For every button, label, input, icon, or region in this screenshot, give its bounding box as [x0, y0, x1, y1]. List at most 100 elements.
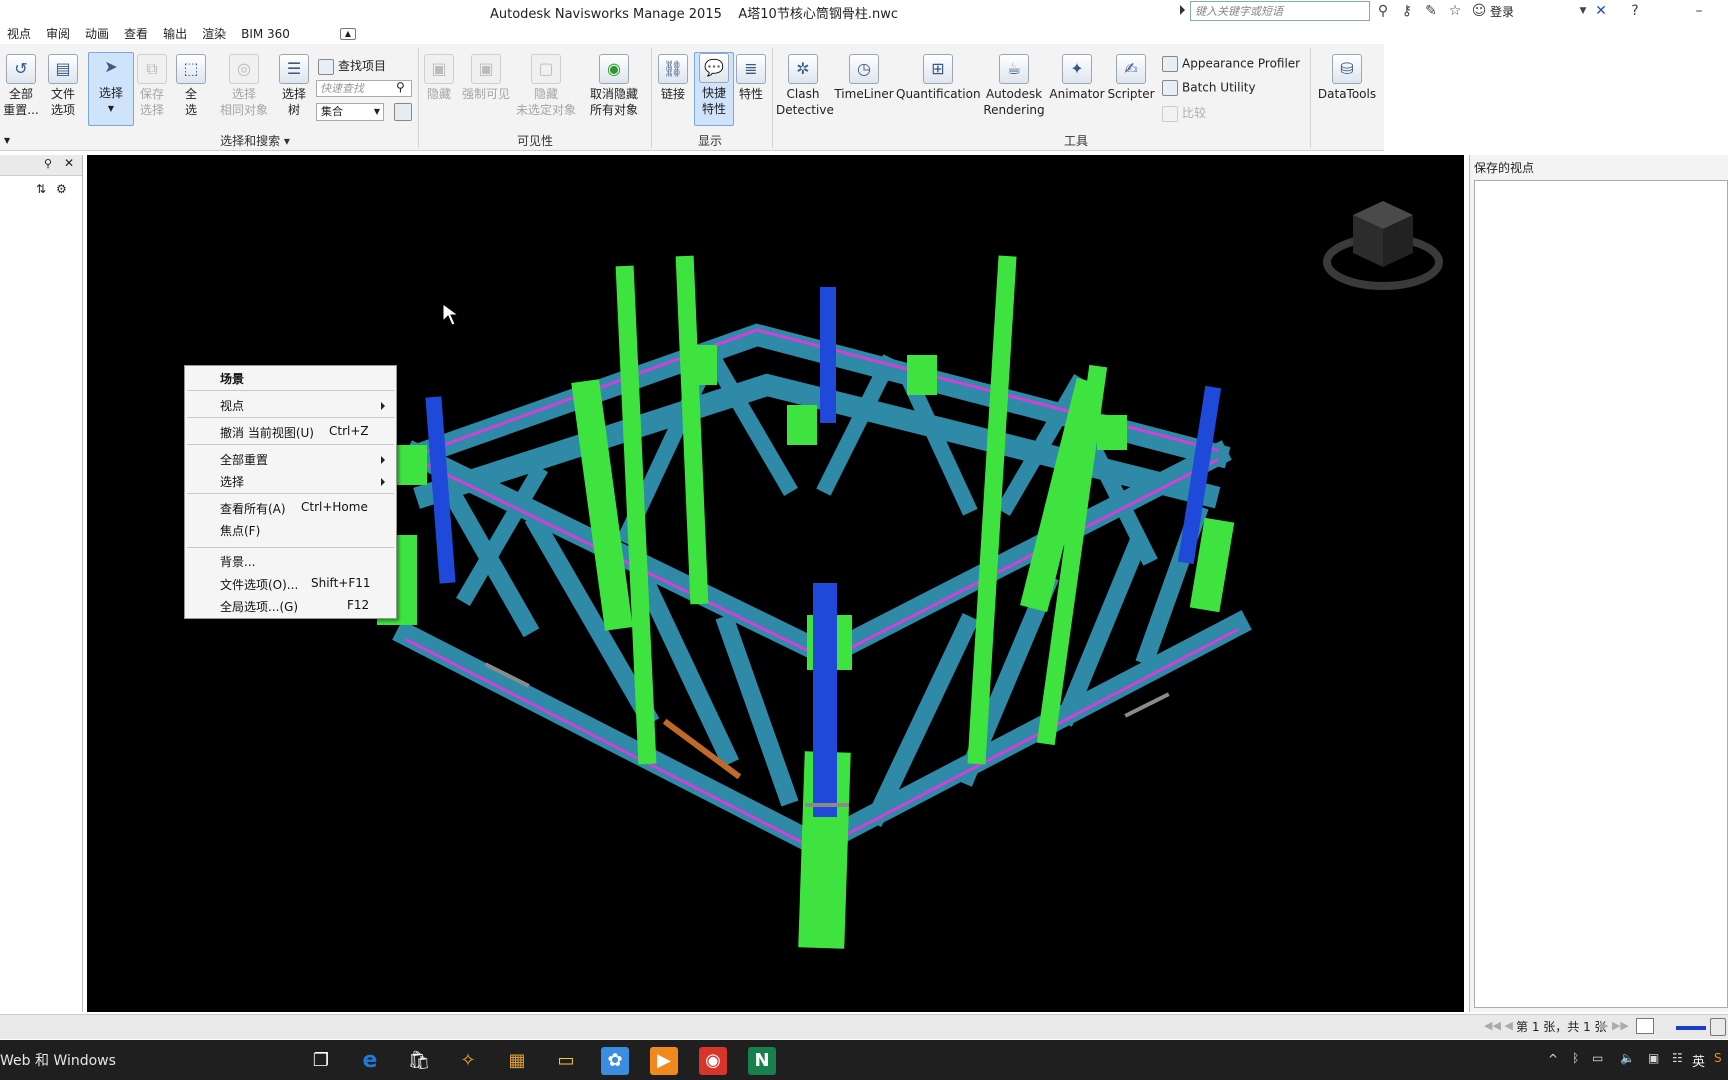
menu-item-view-all[interactable]: 查看所有(A): [220, 500, 286, 517]
menu-shortcut: Ctrl+Home: [301, 500, 368, 514]
taskbar-search[interactable]: Web 和 Windows: [0, 1050, 116, 1070]
select-same-button[interactable]: ◎ 选择 相同对象: [218, 54, 270, 118]
pin-icon[interactable]: ⚲: [44, 157, 52, 170]
menu-item-background[interactable]: 背景...: [220, 553, 255, 570]
tray-up-arrow-icon[interactable]: ^: [1548, 1052, 1558, 1066]
subscription-icon[interactable]: ✎: [1422, 2, 1440, 20]
batch-utility-button[interactable]: Batch Utility: [1162, 80, 1256, 96]
ribbon-minimize-icon[interactable]: ▲: [340, 28, 356, 40]
tab-viewpoint[interactable]: 视点: [0, 24, 39, 44]
unhide-all-button[interactable]: ◉ 取消隐藏 所有对象: [586, 54, 642, 118]
input-language[interactable]: 英: [1692, 1051, 1705, 1070]
store-icon[interactable]: 🛍: [405, 1047, 433, 1075]
package-app-icon[interactable]: ▦: [503, 1047, 531, 1075]
clash-detective-button[interactable]: ✲ Clash Detective: [776, 54, 834, 118]
dropdown-chevron-icon: ▼: [373, 107, 380, 116]
key-icon[interactable]: ⚷: [1398, 2, 1416, 20]
tab-view[interactable]: 查看: [117, 24, 156, 44]
panel-options-icon[interactable]: ⚙: [56, 182, 67, 196]
brace: [715, 613, 799, 807]
tab-bim360[interactable]: BIM 360: [234, 24, 298, 44]
hide-button[interactable]: ▣ 隐藏: [424, 54, 454, 102]
sheet-browser-icon[interactable]: [1636, 1018, 1654, 1034]
volume-icon[interactable]: 🔈: [1620, 1051, 1635, 1065]
viewcube[interactable]: [1323, 201, 1443, 290]
menu-item-undo[interactable]: 撤消 当前视图(U): [220, 424, 314, 441]
selection-tree-button[interactable]: ☰ 选择 树: [278, 54, 310, 118]
menu-item-viewpoint[interactable]: 视点: [220, 397, 244, 414]
group-label-select-search[interactable]: 选择和搜索 ▾: [180, 132, 330, 149]
user-icon[interactable]: ☺: [1470, 2, 1488, 20]
tab-review[interactable]: 审阅: [39, 24, 78, 44]
binoculars-icon[interactable]: ⚲: [1374, 2, 1392, 20]
status-bar: [0, 1014, 1728, 1039]
notification-icon[interactable]: ☷: [1672, 1051, 1683, 1065]
ime-icon[interactable]: S: [1714, 1051, 1722, 1065]
search-input[interactable]: 键入关键字或短语: [1190, 1, 1370, 21]
require-button[interactable]: ▣ 强制可见: [460, 54, 512, 102]
autodesk-rendering-button[interactable]: ☕ Autodesk Rendering: [982, 54, 1046, 118]
minimize-icon[interactable]: –: [1690, 2, 1708, 20]
sets-dropdown[interactable]: 集合 ▼: [316, 103, 384, 121]
tab-output[interactable]: 输出: [156, 24, 195, 44]
timeliner-button[interactable]: ◷ TimeLiner: [834, 54, 894, 102]
prev-page-icon[interactable]: ◀◀ ◀: [1484, 1019, 1513, 1032]
scripter-button[interactable]: ✍ Scripter: [1106, 54, 1156, 102]
next-page-icon[interactable]: ▶ ▶▶: [1600, 1019, 1629, 1032]
game-app-icon[interactable]: ✧: [454, 1047, 482, 1075]
compare-button[interactable]: 比较: [1162, 104, 1206, 122]
group-label-tools: 工具: [1063, 134, 1088, 148]
window-title: Autodesk Navisworks Manage 2015 A塔10节核心筒…: [490, 7, 898, 22]
close-icon[interactable]: ✕: [64, 156, 74, 170]
task-view-icon[interactable]: ❐: [307, 1047, 335, 1075]
saved-viewpoints-list[interactable]: [1474, 180, 1728, 1008]
ribbon: ↺ 全部 重置... ▤ 文件 选项 ➤ 选择 ▼ ⧉ 保存 选择 ⬚ 全 选 ◎ 选择 相同…: [0, 44, 1384, 151]
dropdown-chevron-icon: ▼: [107, 104, 115, 113]
navisworks-app-icon[interactable]: N: [748, 1047, 776, 1075]
edge-browser-icon[interactable]: e: [356, 1047, 384, 1075]
datatools-button[interactable]: ⛁ DataTools: [1316, 54, 1378, 102]
menu-item-select[interactable]: 选择: [220, 473, 244, 490]
search-arrow-icon[interactable]: [1180, 5, 1185, 15]
reset-all-button[interactable]: ↺ 全部 重置...: [2, 54, 40, 118]
unhide-all-icon: ◉: [599, 54, 629, 84]
photos-app-icon[interactable]: ✿: [601, 1047, 629, 1075]
exchange-x-icon[interactable]: ✕: [1592, 2, 1610, 20]
battery-icon[interactable]: ▭: [1592, 1051, 1603, 1065]
find-items-button[interactable]: 查找项目: [318, 57, 386, 75]
menu-item-reset-all[interactable]: 全部重置: [220, 451, 268, 468]
login-label[interactable]: 登录: [1490, 3, 1514, 20]
select-all-button[interactable]: ⬚ 全 选: [176, 54, 206, 118]
left-dock-panel: [0, 155, 83, 1012]
save-selection-button[interactable]: ⧉ 保存 选择: [136, 54, 168, 118]
tab-animation[interactable]: 动画: [78, 24, 117, 44]
netease-music-icon[interactable]: ◉: [699, 1047, 727, 1075]
dropdown-chevron-icon[interactable]: ▼: [1574, 2, 1592, 20]
quick-properties-button[interactable]: 💬 快捷 特性: [694, 52, 734, 126]
hide-unselected-button[interactable]: ▢ 隐藏 未选定对象: [516, 54, 576, 118]
menu-item-focus[interactable]: 焦点(F): [220, 522, 260, 539]
properties-button[interactable]: ≣ 特性: [736, 54, 766, 102]
tab-render[interactable]: 渲染: [195, 24, 234, 44]
file-explorer-icon[interactable]: ▭: [552, 1047, 580, 1075]
quick-find-search-icon[interactable]: ⚲: [396, 80, 405, 94]
link-chain-icon: ⛓: [658, 54, 688, 84]
appearance-profiler-button[interactable]: Appearance Profiler: [1162, 56, 1300, 72]
file-options-button[interactable]: ▤ 文件 选项: [46, 54, 80, 118]
ribbon-expand-icon[interactable]: ▼: [4, 136, 10, 145]
menu-item-global-options[interactable]: 全局选项...(G): [220, 598, 298, 615]
select-button[interactable]: ➤ 选择 ▼: [88, 52, 134, 126]
sets-manage-icon[interactable]: [394, 103, 412, 121]
links-button[interactable]: ⛓ 链接: [656, 54, 690, 102]
network-icon[interactable]: ▣: [1648, 1051, 1659, 1065]
animator-button[interactable]: ✦ Animator: [1048, 54, 1106, 102]
favorites-star-icon[interactable]: ☆: [1446, 2, 1464, 20]
quantification-button[interactable]: ⊞ Quantification: [896, 54, 981, 102]
menu-item-file-options[interactable]: 文件选项(O)...: [220, 576, 298, 593]
help-icon[interactable]: ?: [1626, 2, 1644, 20]
bluetooth-icon[interactable]: ᛒ: [1572, 1051, 1579, 1065]
file-options-icon: ▤: [48, 54, 78, 84]
hide-icon: ▣: [424, 54, 454, 84]
media-app-icon[interactable]: ▶: [650, 1047, 678, 1075]
sort-icon[interactable]: ⇅: [36, 182, 46, 196]
